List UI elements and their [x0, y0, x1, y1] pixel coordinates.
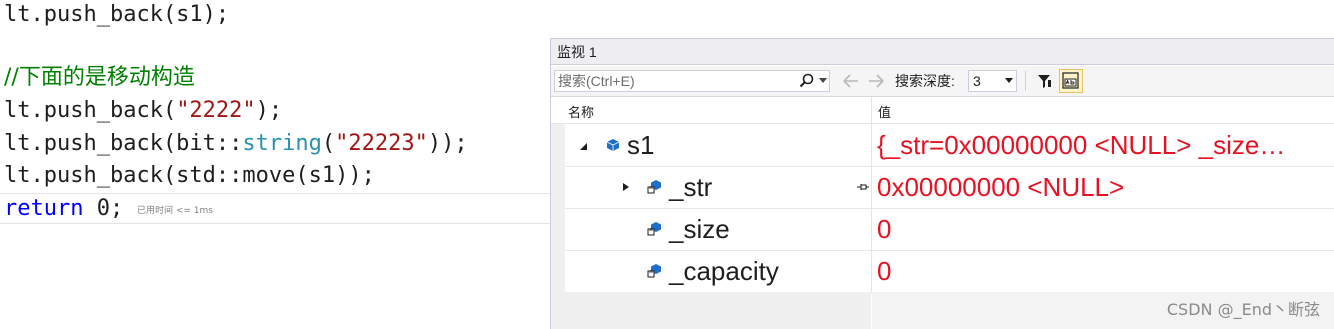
watch-row[interactable]: _str 0x00000000 <NULL> — [565, 166, 1334, 209]
elapsed-time-hint: 已用时间 <= 1ms — [137, 206, 213, 216]
search-icon[interactable] — [798, 72, 816, 90]
watch-value[interactable]: {_str=0x00000000 <NULL> _size… — [877, 124, 1333, 166]
watch-name-cell: s1 — [565, 124, 872, 166]
watch-name: _str — [669, 172, 713, 202]
code-line-5: lt.push_back(bit::string("22223")); — [4, 129, 468, 159]
code-line-3: //下面的是移动构造 — [4, 63, 195, 93]
watch-name: _capacity — [669, 256, 779, 286]
code-line-4: lt.push_back("2222"); — [4, 96, 282, 126]
tab-view-button[interactable] — [1059, 69, 1083, 93]
code-line-7: return 0; — [4, 194, 123, 224]
type-name: string — [242, 131, 322, 156]
watch-name-cell: _size — [565, 208, 872, 250]
watch-value[interactable]: 0x00000000 <NULL> — [877, 166, 1333, 208]
pin-icon[interactable] — [857, 182, 869, 192]
toolbar-separator — [1025, 71, 1026, 91]
expand-triangle-icon[interactable] — [621, 182, 631, 192]
arrow-left-icon[interactable] — [842, 73, 860, 89]
code-text: ( — [321, 131, 336, 156]
code-text: ); — [255, 98, 283, 123]
object-member-icon — [647, 264, 661, 278]
code-text: lt.push_back(bit:: — [4, 131, 243, 156]
code-comment: //下面的是移动构造 — [4, 65, 195, 90]
object-icon — [606, 139, 620, 151]
code-line-1: lt.push_back(s1); — [4, 0, 229, 30]
tab-view-icon — [1062, 72, 1079, 89]
watch-row[interactable]: s1 {_str=0x00000000 <NULL> _size… — [565, 124, 1334, 167]
watch-row[interactable]: _capacity 0 — [565, 250, 1334, 293]
collapse-triangle-icon[interactable] — [579, 142, 589, 152]
watch-toolbar: 搜索深度: 3 — [551, 66, 1334, 97]
code-text: lt.push_back(s1); — [4, 2, 230, 27]
chevron-down-icon — [1005, 78, 1013, 83]
watch-name: s1 — [627, 130, 655, 160]
watch-value[interactable]: 0 — [877, 250, 1333, 292]
watch-empty-name-area[interactable] — [565, 292, 871, 329]
chevron-down-icon[interactable] — [819, 78, 827, 84]
search-box[interactable] — [554, 70, 830, 92]
code-text: lt.push_back(std::move(s1)); — [4, 163, 375, 188]
column-value-header[interactable]: 值 — [878, 102, 891, 121]
search-depth-select[interactable]: 3 — [968, 70, 1017, 92]
column-header: 名称 值 — [551, 97, 1334, 124]
watch-window: 监视 1 搜索深度: 3 — [550, 38, 1334, 329]
watch-value[interactable]: 0 — [877, 208, 1333, 250]
keyword: return — [4, 196, 84, 221]
string-literal: "2222" — [176, 98, 256, 123]
watch-row[interactable]: _size 0 — [565, 208, 1334, 251]
code-text: lt.push_back( — [4, 98, 177, 123]
code-line-6: lt.push_back(std::move(s1)); — [4, 161, 375, 191]
watch-title: 监视 1 — [551, 39, 1334, 65]
search-input[interactable] — [558, 72, 788, 90]
watch-name-cell: _str — [565, 166, 872, 208]
watch-name: _size — [669, 214, 730, 244]
search-depth-label: 搜索深度: — [895, 73, 955, 89]
arrow-right-icon[interactable] — [867, 73, 885, 89]
object-member-icon — [647, 180, 661, 194]
code-text: 0; — [83, 196, 124, 221]
pin-filter-icon[interactable] — [1034, 71, 1054, 91]
string-literal: "22223" — [335, 131, 428, 156]
search-depth-value: 3 — [973, 73, 981, 89]
code-text: )); — [427, 131, 468, 156]
column-name-header[interactable]: 名称 — [568, 102, 594, 121]
column-divider[interactable] — [871, 97, 872, 123]
watermark: CSDN @_End丶断弦 — [1166, 300, 1320, 319]
object-member-icon — [647, 222, 661, 236]
watch-name-cell: _capacity — [565, 250, 872, 292]
watch-gutter — [551, 124, 565, 329]
